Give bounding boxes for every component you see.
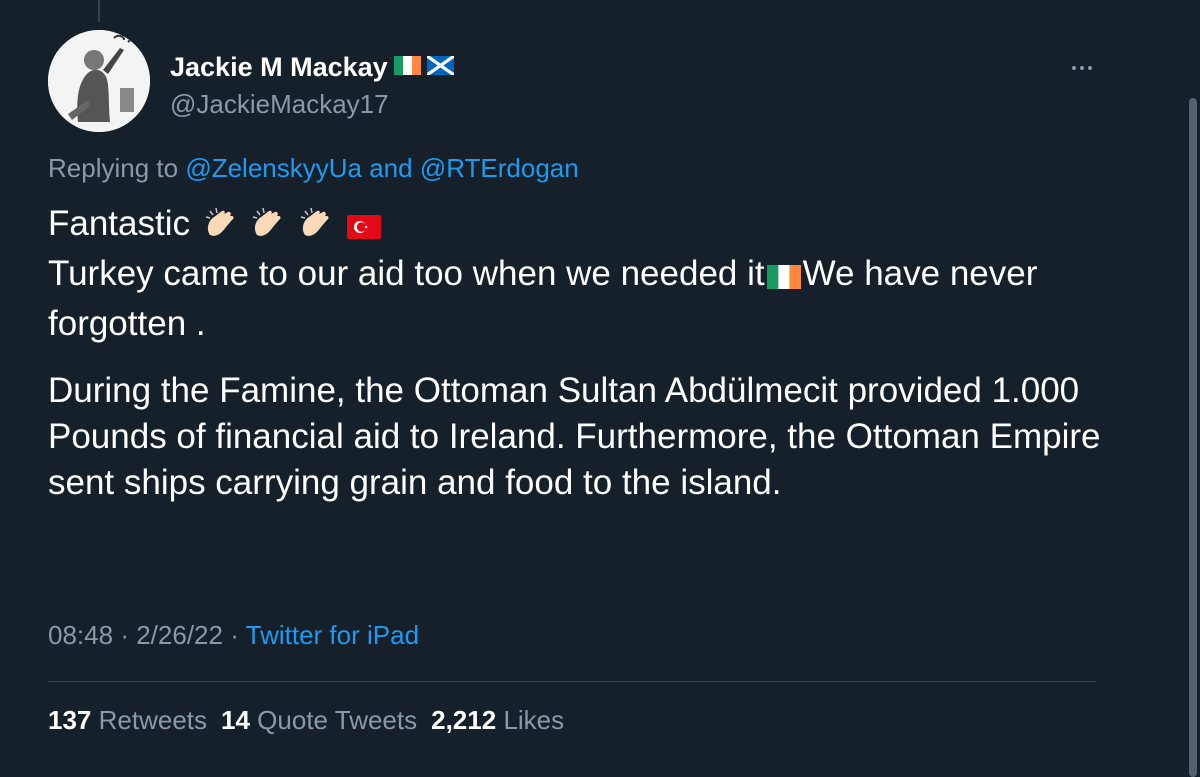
mention-rterdogan[interactable]: @RTErdogan [420,153,579,183]
tweet-line-2: Turkey came to our aid too when we neede… [48,251,1128,347]
quote-tweets-count: 14 [221,705,250,735]
turkey-flag-icon [346,205,381,251]
name-row: Jackie M Mackay [170,52,455,83]
ireland-flag-icon [393,55,421,80]
tweet-fantastic: Fantastic [48,204,190,243]
likes-stat[interactable]: 2,212 Likes [431,705,564,736]
handle[interactable]: @JackieMackay17 [170,89,389,120]
scrollbar-thumb[interactable] [1189,98,1197,777]
clapping-hands-icon [299,205,333,251]
ireland-flag-icon [766,255,801,301]
mention-joiner[interactable]: and [369,153,412,183]
thread-line [98,0,100,22]
meta-separator: · [230,620,239,650]
tweet-date[interactable]: 2/26/22 [136,620,223,650]
likes-count: 2,212 [431,705,497,735]
tweet-source[interactable]: Twitter for iPad [246,620,419,650]
avatar[interactable] [48,30,150,132]
divider [48,681,1096,682]
tweet-paragraph-2: During the Famine, the Ottoman Sultan Ab… [48,371,1101,502]
retweets-stat[interactable]: 137 Retweets [48,705,207,736]
clapping-hands-icon [204,205,238,251]
quote-tweets-stat[interactable]: 14 Quote Tweets [221,705,417,736]
tweet-meta: 08:48 · 2/26/22 · Twitter for iPad [48,620,419,651]
display-name[interactable]: Jackie M Mackay [170,52,388,83]
quote-tweets-label: Quote Tweets [257,705,418,735]
tweet-line-1: Fantastic [48,201,1128,251]
replying-prefix: Replying to [48,153,179,183]
more-options-icon[interactable] [1066,52,1098,84]
tweet-stats: 137 Retweets 14 Quote Tweets 2,212 Likes [48,705,564,736]
likes-label: Likes [503,705,565,735]
tweet-turkey-aid: Turkey came to our aid too when we neede… [48,254,765,293]
mention-zelenskyyua[interactable]: @ZelenskyyUa [185,153,362,183]
meta-separator: · [120,620,129,650]
tweet-text: Fantastic Turkey came to our aid too whe… [48,201,1128,506]
replying-to: Replying to @ZelenskyyUa and @RTErdogan [48,153,579,184]
tweet-detail: Jackie M Mackay @JackieMackay17 Replying… [0,0,1200,777]
scotland-flag-icon [425,54,455,80]
clapping-hands-icon [251,205,285,251]
retweets-count: 137 [48,705,92,735]
tweet-time[interactable]: 08:48 [48,620,113,650]
retweets-label: Retweets [98,705,208,735]
scrollbar[interactable] [1188,98,1200,777]
